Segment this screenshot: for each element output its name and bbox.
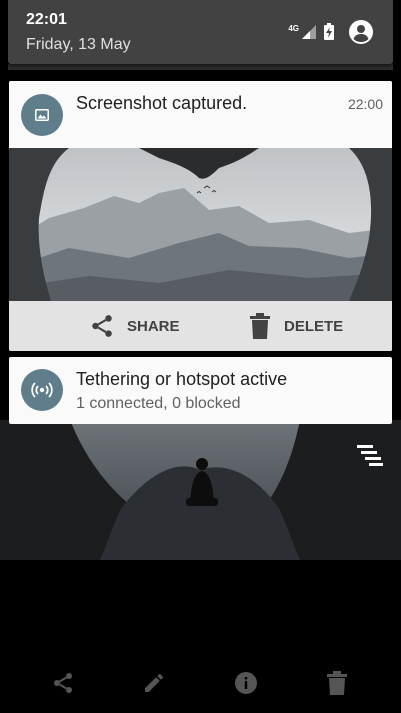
network-type-label: 4G — [288, 23, 299, 33]
share-label: SHARE — [127, 317, 180, 335]
hotspot-notification[interactable]: Tethering or hotspot active 1 connected,… — [9, 357, 392, 424]
hotspot-title: Tethering or hotspot active — [76, 369, 288, 389]
header-handle[interactable] — [8, 64, 393, 70]
signal-icon — [302, 25, 316, 39]
image-icon — [21, 94, 63, 136]
delete-icon[interactable] — [326, 671, 348, 695]
clock: 22:01 — [26, 11, 67, 28]
battery-charging-icon — [324, 23, 334, 40]
share-icon[interactable] — [51, 671, 75, 695]
hotspot-icon — [21, 369, 63, 411]
account-icon[interactable] — [349, 20, 373, 44]
delete-button[interactable]: DELETE — [248, 313, 343, 339]
status-icons: 4G — [288, 20, 373, 44]
status-header[interactable]: 22:01 Friday, 13 May 4G — [8, 0, 393, 64]
share-icon — [92, 315, 112, 337]
bottom-action-bar — [0, 655, 401, 713]
delete-label: DELETE — [284, 317, 344, 335]
trash-icon — [250, 313, 270, 339]
info-icon[interactable] — [234, 671, 258, 695]
clear-all-icon[interactable] — [355, 444, 385, 466]
notification-title: Screenshot captured. — [76, 93, 248, 113]
notification-time: 22:00 — [347, 96, 383, 112]
edit-icon[interactable] — [142, 671, 166, 695]
share-button[interactable]: SHARE — [89, 313, 180, 339]
screenshot-preview[interactable] — [9, 148, 392, 301]
notification-header-row[interactable]: Screenshot captured. 22:00 — [9, 81, 392, 148]
hotspot-subtitle: 1 connected, 0 blocked — [76, 395, 241, 412]
date-label: Friday, 13 May — [26, 36, 131, 53]
screenshot-notification[interactable]: Screenshot captured. 22:00 SHARE DELETE — [9, 81, 392, 351]
notification-actions: SHARE DELETE — [9, 301, 392, 351]
